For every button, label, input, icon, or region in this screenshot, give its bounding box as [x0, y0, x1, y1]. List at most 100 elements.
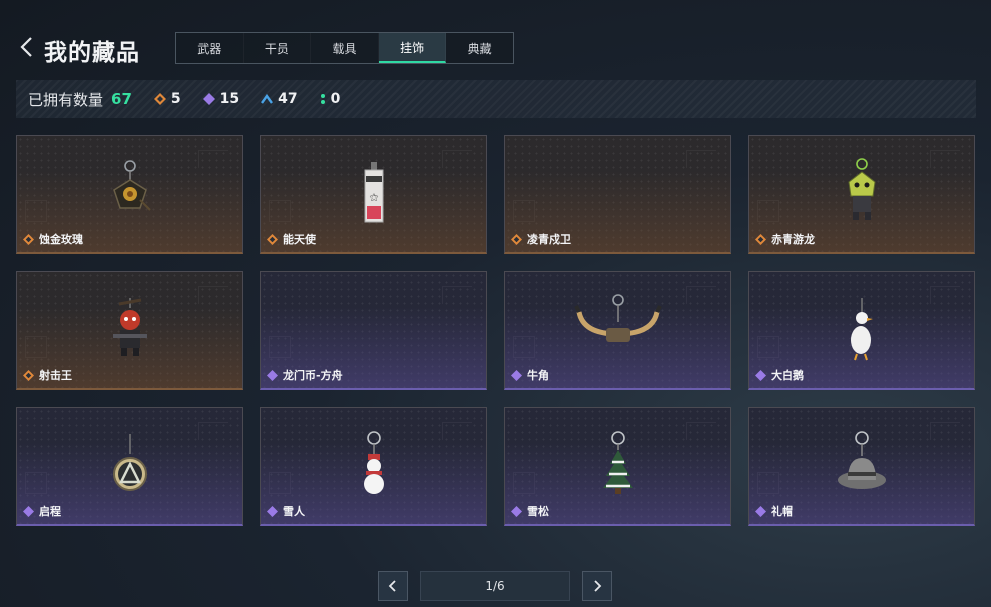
- charm-name: 雪人: [283, 505, 305, 518]
- charm-card[interactable]: 礼帽: [748, 407, 975, 526]
- card-decoration: [442, 422, 472, 440]
- triangle-charm-icon: [112, 434, 147, 491]
- charm-card[interactable]: 蚀金玫瑰: [16, 135, 243, 254]
- ownership-stats-bar: 已拥有数量 67 5 15 47 0: [16, 80, 976, 118]
- tab-charms[interactable]: 挂饰: [378, 33, 447, 63]
- tab-bar: 武器 干员 载具 挂饰 典藏: [175, 32, 514, 64]
- purple-rarity-icon: [755, 369, 766, 381]
- charm-name: 凌青戍卫: [527, 233, 571, 246]
- shooter-king-charm-icon: [112, 298, 147, 356]
- card-decoration: [269, 336, 291, 358]
- purple-rarity-icon: [511, 505, 522, 517]
- tab-weapons[interactable]: 武器: [176, 33, 244, 63]
- green-count: 0: [320, 91, 341, 107]
- tab-operators[interactable]: 干员: [244, 33, 312, 63]
- charm-name: 射击王: [39, 369, 72, 382]
- previous-page-button[interactable]: [378, 571, 408, 601]
- card-decoration: [198, 150, 228, 168]
- card-decoration: [513, 472, 535, 494]
- card-decoration: [25, 200, 47, 222]
- purple-count: 15: [202, 91, 240, 107]
- blue-rarity-icon: [261, 94, 274, 104]
- orange-rarity-icon: [267, 233, 278, 245]
- page-title: 我的藏品: [44, 40, 140, 66]
- charm-name: 能天使: [283, 233, 316, 246]
- page-indicator: 1/6: [420, 571, 570, 601]
- card-decoration: [686, 422, 716, 440]
- charm-name: 龙门币-方舟: [283, 369, 343, 382]
- purple-rarity-icon: [511, 369, 522, 381]
- header: 我的藏品 武器 干员 载具 挂饰 典藏: [0, 0, 991, 78]
- orange-rarity-icon: [511, 233, 522, 245]
- charm-name: 礼帽: [771, 505, 793, 518]
- owned-label: 已拥有数量: [28, 90, 104, 109]
- exusiai-charm-icon: ⚝: [364, 162, 383, 223]
- charm-card[interactable]: 凌青戍卫: [504, 135, 731, 254]
- purple-count-value: 15: [219, 91, 240, 107]
- chevron-left-icon: [388, 580, 396, 592]
- charm-grid: 蚀金玫瑰 ⚝ 能天使 凌青戍卫 赤青游龙 射击王 龙门币-方舟 牛角 大白鹅 启…: [16, 135, 976, 527]
- card-decoration: [513, 200, 535, 222]
- card-decoration: [930, 286, 960, 304]
- charm-card[interactable]: 大白鹅: [748, 271, 975, 390]
- card-decoration: [198, 286, 228, 304]
- green-rarity-icon: [320, 94, 325, 104]
- charm-card[interactable]: 启程: [16, 407, 243, 526]
- card-decoration: [442, 150, 472, 168]
- orange-rarity-icon: [755, 233, 766, 245]
- orange-rarity-icon: [153, 93, 166, 105]
- pagination: 1/6: [378, 571, 612, 601]
- svg-text:⚝: ⚝: [369, 193, 378, 203]
- back-button[interactable]: [16, 34, 38, 60]
- charm-name: 启程: [39, 505, 61, 518]
- orange-rarity-icon: [23, 369, 34, 381]
- card-decoration: [930, 150, 960, 168]
- pine-tree-charm-icon: [602, 431, 633, 494]
- card-decoration: [269, 200, 291, 222]
- charm-card[interactable]: 龙门币-方舟: [260, 271, 487, 390]
- card-decoration: [442, 286, 472, 304]
- charm-card[interactable]: 雪松: [504, 407, 731, 526]
- charm-card[interactable]: 射击王: [16, 271, 243, 390]
- green-count-value: 0: [330, 91, 341, 107]
- charm-card[interactable]: ⚝ 能天使: [260, 135, 487, 254]
- charm-name: 蚀金玫瑰: [39, 233, 83, 246]
- charm-card[interactable]: 赤青游龙: [748, 135, 975, 254]
- card-decoration: [930, 422, 960, 440]
- blue-count: 47: [261, 91, 298, 107]
- owned-total: 67: [111, 90, 132, 108]
- card-decoration: [25, 472, 47, 494]
- dragon-charm-icon: [847, 158, 876, 220]
- next-page-button[interactable]: [582, 571, 612, 601]
- card-decoration: [686, 286, 716, 304]
- charm-card[interactable]: 牛角: [504, 271, 731, 390]
- purple-rarity-icon: [202, 93, 215, 105]
- tab-vehicles[interactable]: 载具: [311, 33, 379, 63]
- snowman-charm-icon: [363, 431, 384, 494]
- horn-charm-icon: [573, 294, 662, 342]
- tab-collection[interactable]: 典藏: [446, 33, 513, 63]
- purple-rarity-icon: [755, 505, 766, 517]
- card-decoration: [686, 150, 716, 168]
- card-decoration: [198, 422, 228, 440]
- card-decoration: [513, 336, 535, 358]
- chevron-right-icon: [594, 580, 602, 592]
- card-decoration: [757, 336, 779, 358]
- card-decoration: [757, 472, 779, 494]
- card-decoration: [757, 200, 779, 222]
- purple-rarity-icon: [267, 369, 278, 381]
- charm-name: 赤青游龙: [771, 233, 815, 246]
- charm-name: 雪松: [527, 505, 549, 518]
- charm-name: 牛角: [527, 369, 549, 382]
- goose-charm-icon: [850, 298, 873, 361]
- card-decoration: [25, 336, 47, 358]
- purple-rarity-icon: [23, 505, 34, 517]
- orange-count: 5: [153, 91, 181, 107]
- blue-count-value: 47: [278, 91, 298, 107]
- top-hat-charm-icon: [837, 431, 886, 489]
- orange-rarity-icon: [23, 233, 34, 245]
- chevron-left-icon: [20, 37, 32, 57]
- charm-card[interactable]: 雪人: [260, 407, 487, 526]
- charm-name: 大白鹅: [771, 369, 804, 382]
- rose-charm-icon: [112, 160, 151, 211]
